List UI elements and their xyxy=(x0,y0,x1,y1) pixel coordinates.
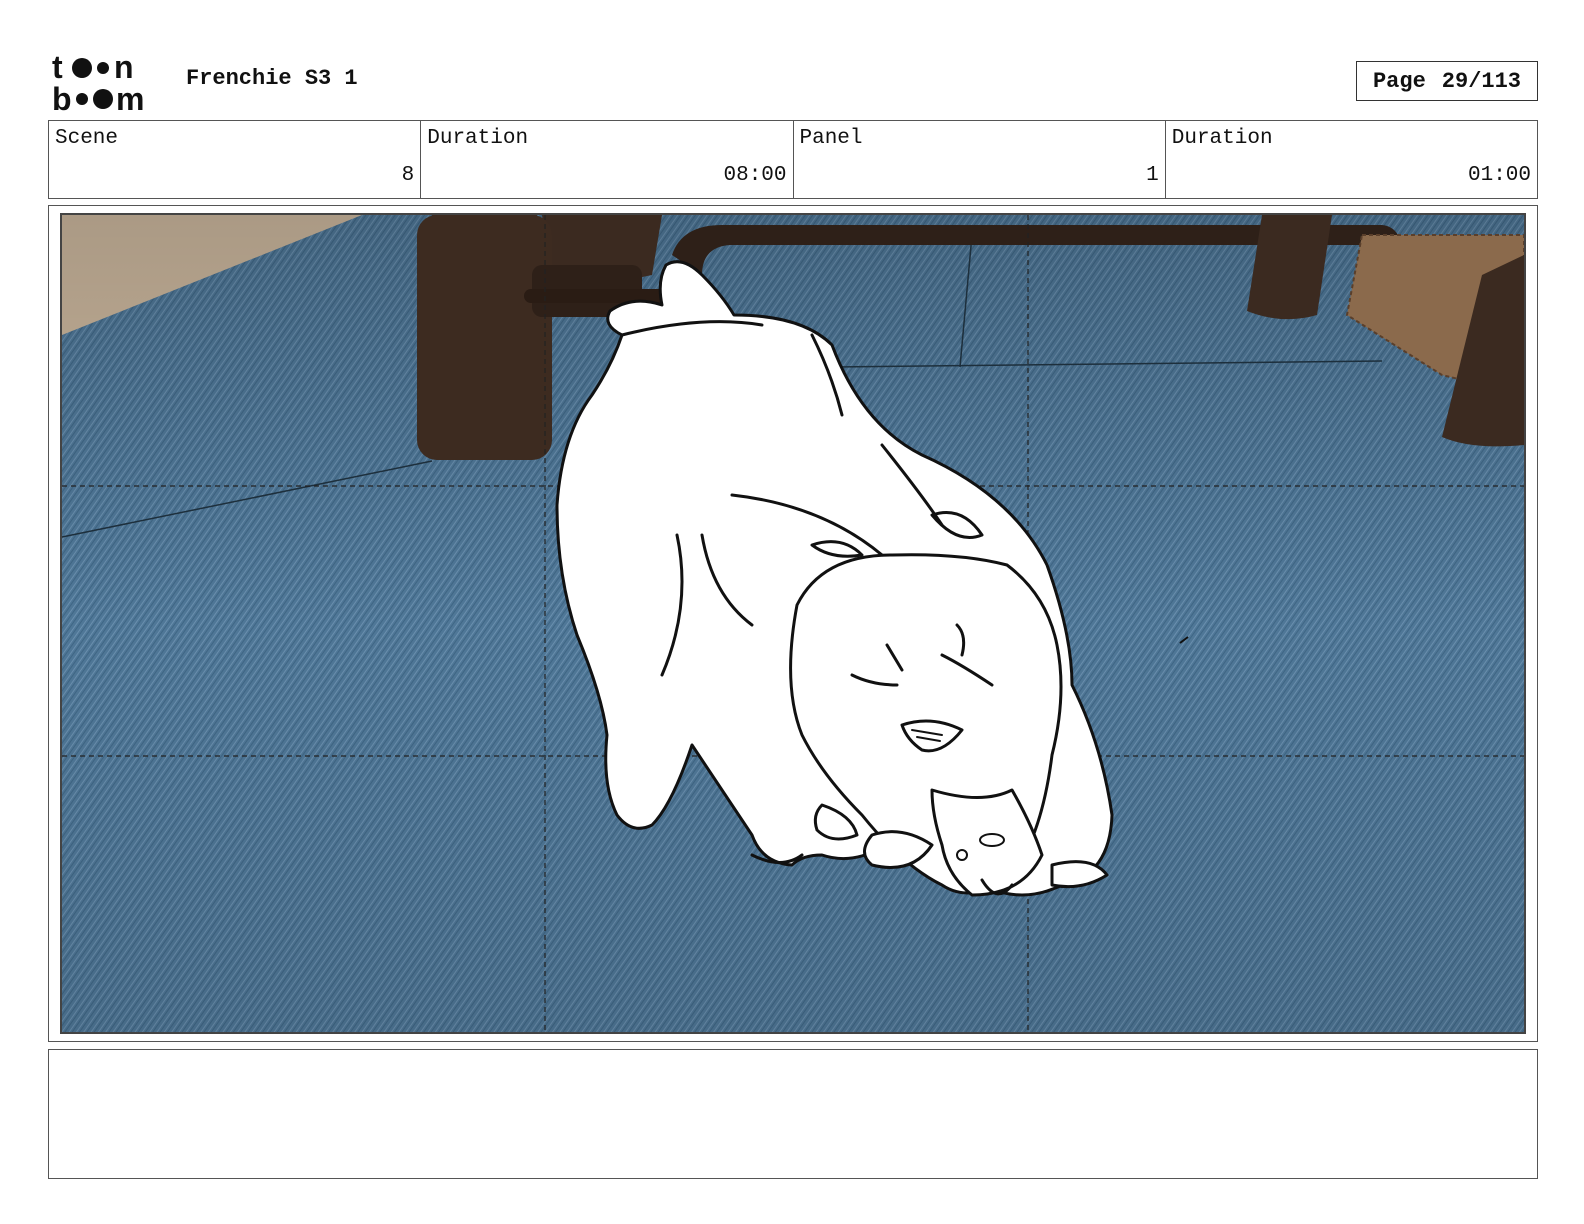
svg-text:b: b xyxy=(52,81,72,112)
svg-text:n: n xyxy=(114,50,134,85)
panel-image xyxy=(60,213,1526,1034)
page-label: Page xyxy=(1372,68,1426,94)
scene-duration-cell: Duration 08:00 xyxy=(421,121,794,198)
scene-label: Scene xyxy=(55,127,119,150)
svg-text:m: m xyxy=(116,81,144,112)
scene-duration-label: Duration xyxy=(427,127,529,150)
panel-duration-value: 01:00 xyxy=(1467,164,1531,187)
scene-value: 8 xyxy=(401,164,415,187)
toon-boom-logo: t n b m xyxy=(52,50,144,112)
storyboard-drawing xyxy=(62,215,1524,1032)
panel-duration-label: Duration xyxy=(1171,127,1273,150)
panel-value: 1 xyxy=(1146,164,1159,187)
panel-cell: Panel 1 xyxy=(794,121,1166,198)
page-number: 29/113 xyxy=(1441,68,1522,94)
panel-duration-cell: Duration 01:00 xyxy=(1166,121,1537,198)
scene-duration-value: 08:00 xyxy=(723,164,787,187)
scene-cell: Scene 8 xyxy=(49,121,422,198)
panel-label: Panel xyxy=(799,127,863,150)
scene-info-table: Scene 8 Duration 08:00 Panel 1 Duration … xyxy=(48,120,1538,199)
panel-notes-box xyxy=(48,1049,1538,1179)
document-title: Frenchie S3 1 xyxy=(186,66,358,91)
page-indicator: Page 29/113 xyxy=(1356,61,1538,101)
panel-notes-text xyxy=(49,1050,1537,1066)
svg-text:t: t xyxy=(52,50,63,85)
